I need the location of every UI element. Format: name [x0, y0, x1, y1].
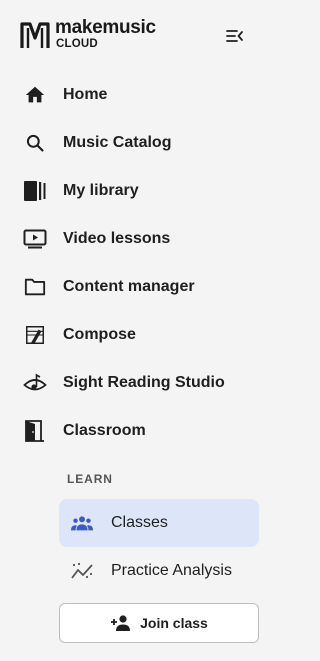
sub-item-classes[interactable]: Classes [59, 499, 259, 547]
nav-label: Sight Reading Studio [63, 374, 225, 391]
nav-label: My library [63, 182, 139, 199]
nav-item-home[interactable]: Home [0, 71, 269, 119]
nav-label: Video lessons [63, 230, 171, 247]
sub-item-label: Classes [111, 514, 168, 531]
makemusic-logo-mark [20, 22, 50, 48]
nav-item-music-catalog[interactable]: Music Catalog [0, 119, 269, 167]
nav-label: Music Catalog [63, 134, 172, 151]
join-class-label: Join class [140, 615, 208, 631]
menu-collapse-icon [226, 30, 243, 42]
person-add-icon [110, 612, 132, 634]
video-icon [23, 227, 47, 251]
nav-item-compose[interactable]: Compose [0, 311, 269, 359]
logo-text-cloud: CLOUD [56, 38, 98, 50]
main-nav: Home Music Catalog My library Video less… [0, 71, 269, 455]
nav-item-my-library[interactable]: My library [0, 167, 269, 215]
logo-text-makemusic: makemusic [55, 17, 156, 38]
sub-item-practice-analysis[interactable]: Practice Analysis [59, 547, 259, 595]
analytics-icon [70, 559, 94, 583]
join-class-button[interactable]: Join class [59, 603, 259, 643]
door-icon [23, 419, 47, 443]
sub-item-label: Practice Analysis [111, 562, 232, 579]
nav-label: Content manager [63, 278, 195, 295]
nav-item-video-lessons[interactable]: Video lessons [0, 215, 269, 263]
nav-item-classroom[interactable]: Classroom [0, 407, 269, 455]
people-icon [70, 511, 94, 535]
learn-section-label: LEARN [67, 472, 113, 486]
home-icon [23, 83, 47, 107]
sidebar-header: makemusic CLOUD [0, 0, 269, 70]
compose-icon [23, 323, 47, 347]
library-icon [23, 179, 47, 203]
nav-item-content-manager[interactable]: Content manager [0, 263, 269, 311]
nav-label: Classroom [63, 422, 146, 439]
search-icon [23, 131, 47, 155]
eye-note-icon [23, 371, 47, 395]
nav-item-sight-reading-studio[interactable]: Sight Reading Studio [0, 359, 269, 407]
nav-label: Compose [63, 326, 136, 343]
folder-icon [23, 275, 47, 299]
nav-label: Home [63, 86, 108, 103]
makemusic-logo[interactable]: makemusic CLOUD [19, 17, 159, 53]
collapse-sidebar-button[interactable] [222, 23, 248, 49]
